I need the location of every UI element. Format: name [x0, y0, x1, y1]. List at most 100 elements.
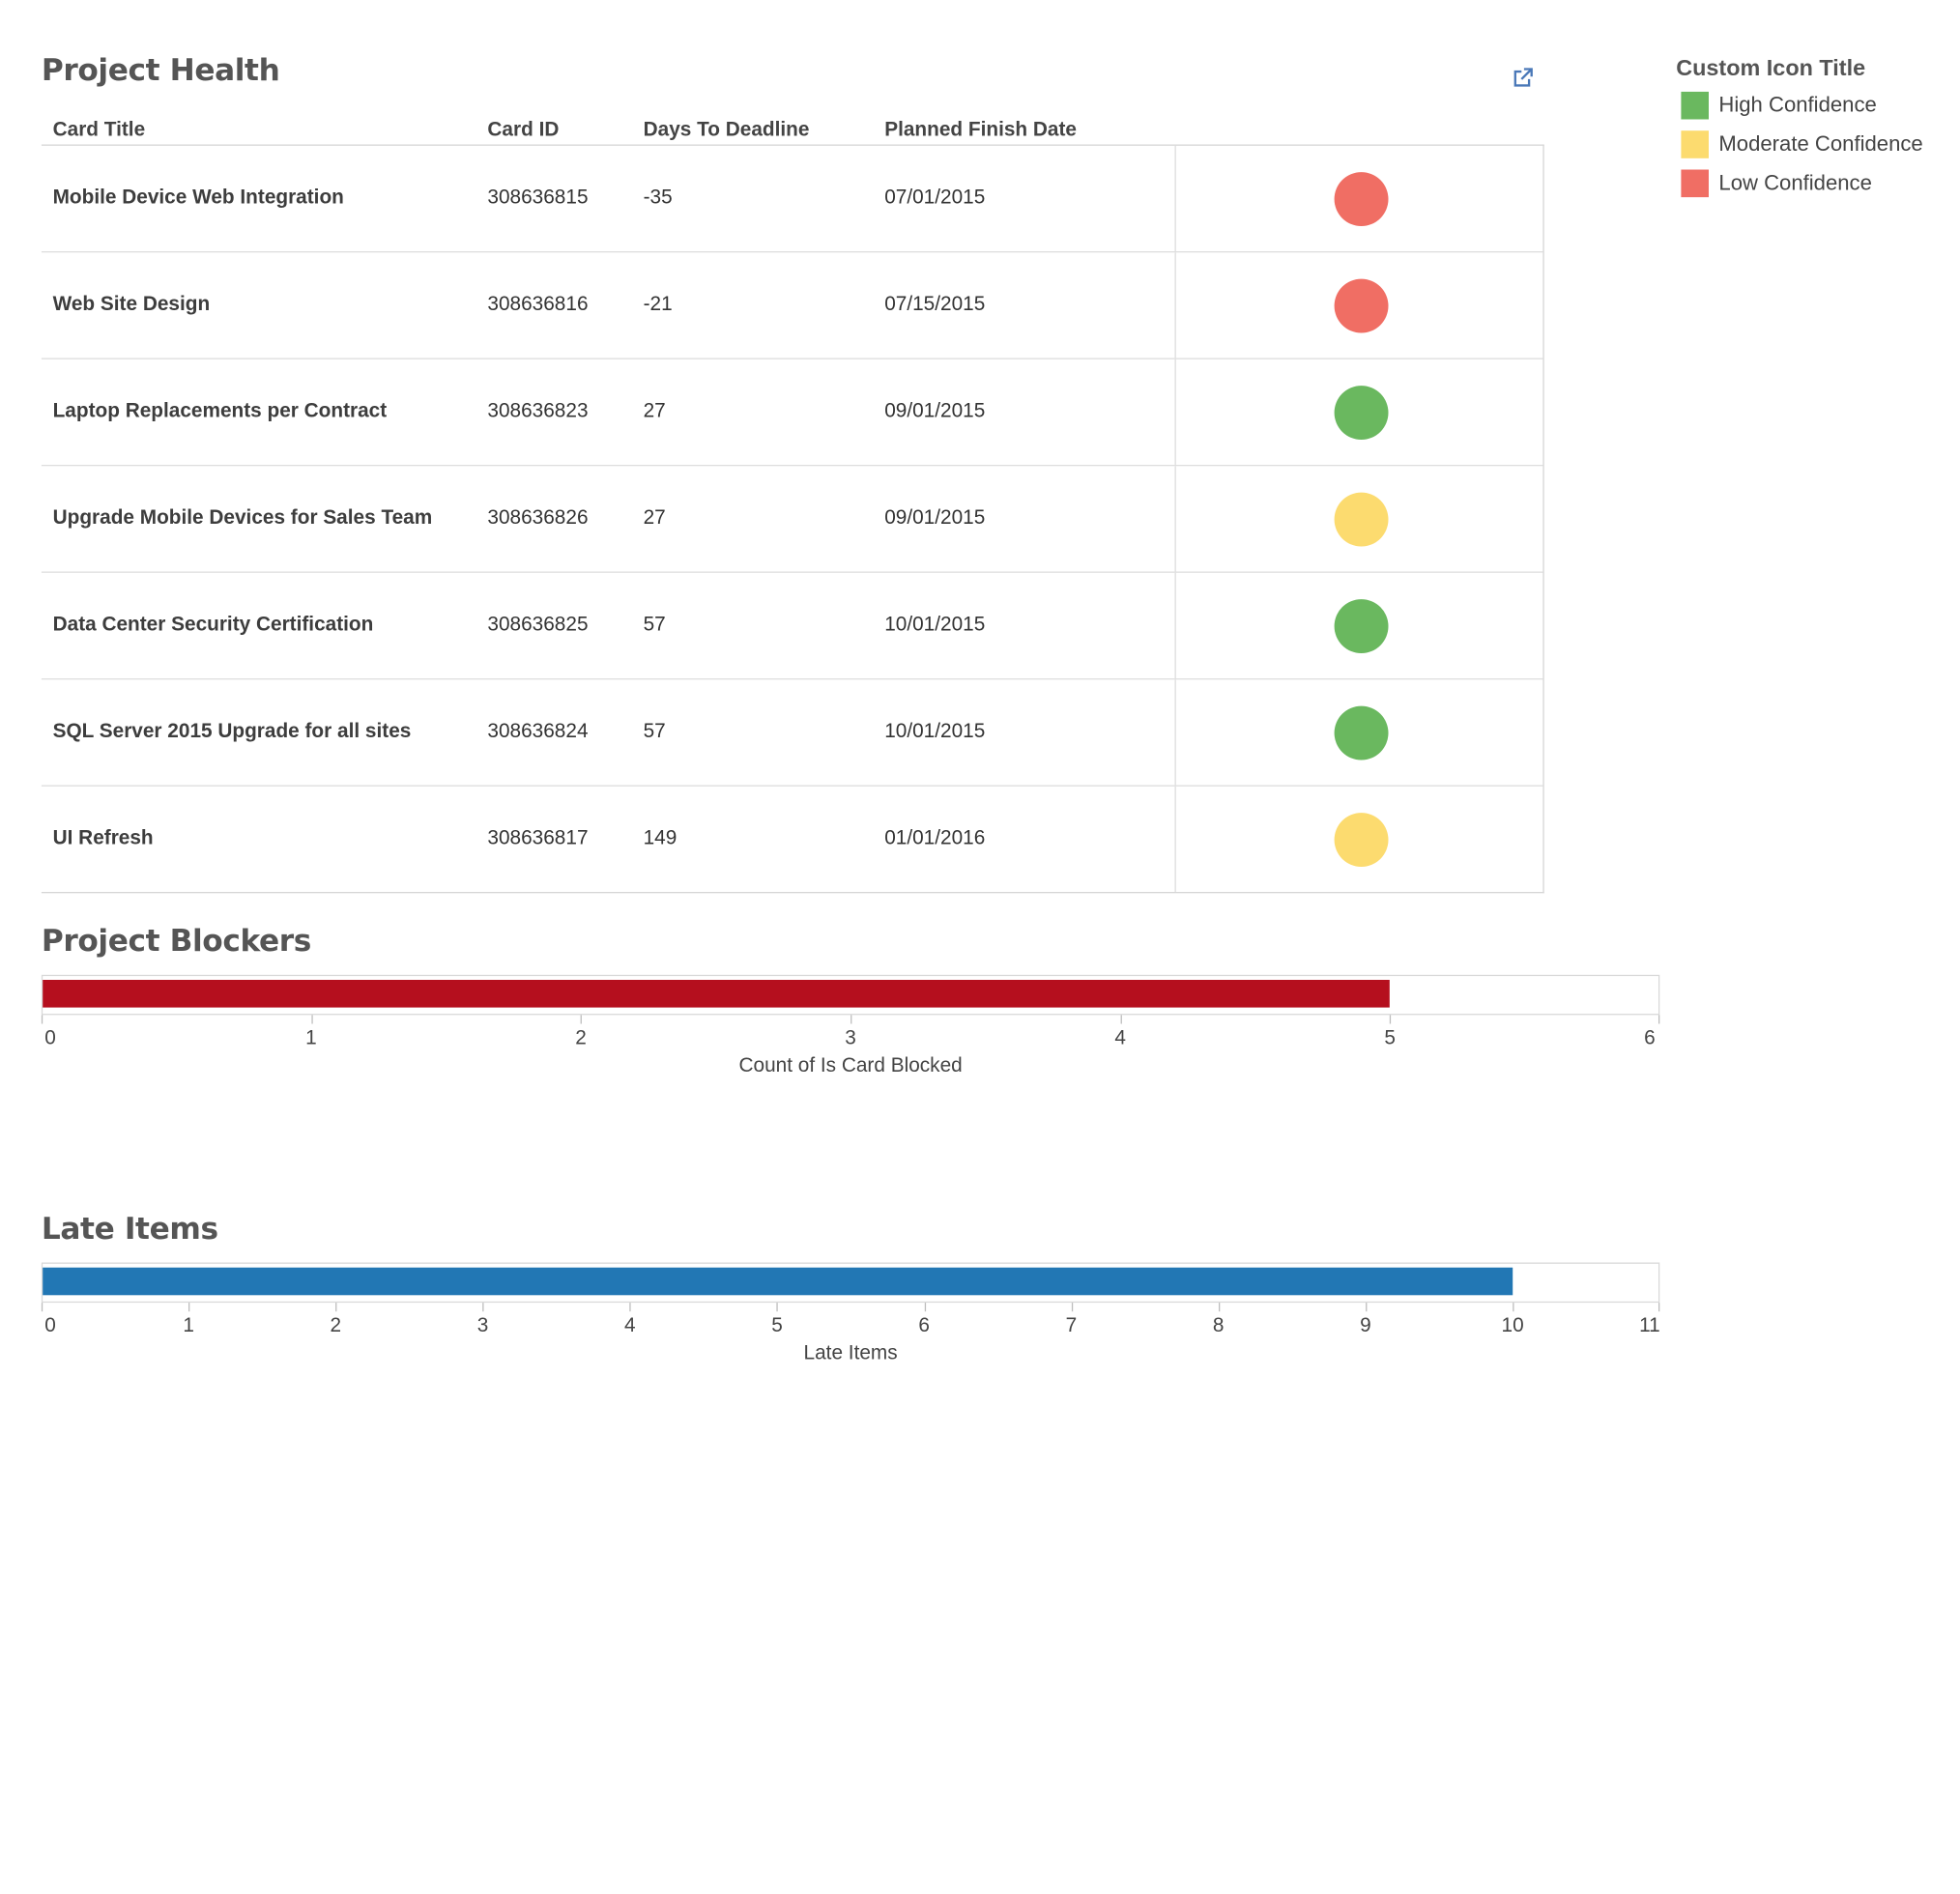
x-axis-label: Count of Is Card Blocked: [738, 1055, 963, 1077]
x-axis-tick-label: 8: [1212, 1315, 1225, 1337]
column-header-planned-finish-date[interactable]: Planned Finish Date: [884, 116, 1077, 146]
cell-days-to-deadline: 57: [643, 721, 666, 743]
table-row[interactable]: SQL Server 2015 Upgrade for all sites 308…: [41, 679, 1543, 787]
legend-label-high: High Confidence: [1718, 92, 1877, 117]
cell-days-to-deadline: -21: [643, 294, 673, 316]
cell-card-title: UI Refresh: [52, 827, 154, 849]
dashboard: Project Health Card Title Card ID Days T…: [0, 0, 1960, 1894]
x-axis-tick-label: 1: [305, 1027, 317, 1049]
x-axis-tick-label: 3: [845, 1027, 856, 1049]
cell-card-title: Web Site Design: [52, 294, 211, 316]
legend-label-low: Low Confidence: [1718, 170, 1872, 194]
cell-card-id: 308636815: [487, 187, 589, 209]
confidence-indicator-high[interactable]: [1334, 705, 1389, 760]
confidence-indicator-high[interactable]: [1334, 386, 1389, 440]
cell-card-title: SQL Server 2015 Upgrade for all sites: [52, 721, 412, 743]
column-divider: [1174, 786, 1176, 892]
late-items-title: Late Items: [41, 1211, 218, 1247]
bar[interactable]: [43, 979, 1391, 1008]
column-divider: [1174, 359, 1176, 465]
column-divider: [1174, 679, 1176, 786]
column-header-days-to-deadline[interactable]: Days To Deadline: [644, 116, 810, 146]
cell-card-id: 308636826: [487, 507, 589, 530]
x-axis-tick-label: 1: [183, 1315, 194, 1337]
x-axis-tick-label: 5: [1384, 1027, 1397, 1049]
column-header-card-id[interactable]: Card ID: [487, 116, 559, 146]
table-header: Card Title Card ID Days To Deadline Plan…: [42, 116, 1544, 146]
x-axis-tick-label: 2: [330, 1315, 342, 1337]
legend-item-moderate[interactable]: Moderate Confidence: [1676, 125, 1960, 163]
column-divider: [1174, 466, 1176, 572]
x-axis-tick-label: 0: [44, 1027, 56, 1049]
x-axis-tick: [310, 1015, 313, 1024]
cell-planned-finish-date: 10/01/2015: [884, 721, 986, 743]
x-axis-tick-label: 4: [623, 1315, 636, 1337]
cell-days-to-deadline: 57: [643, 614, 666, 636]
x-axis-tick: [482, 1303, 484, 1312]
cell-card-title: Laptop Replacements per Contract: [52, 400, 388, 422]
table-row[interactable]: Upgrade Mobile Devices for Sales Team 308…: [41, 466, 1543, 573]
x-axis-tick-label: 6: [918, 1315, 930, 1337]
x-axis-tick: [335, 1303, 337, 1312]
cell-card-id: 308636816: [487, 294, 589, 316]
legend-item-high[interactable]: High Confidence: [1676, 85, 1960, 124]
cell-planned-finish-date: 01/01/2016: [884, 827, 986, 849]
x-axis-tick: [41, 1303, 43, 1312]
cell-planned-finish-date: 10/01/2015: [884, 614, 986, 636]
x-axis-tick: [776, 1303, 779, 1312]
project-blockers-title: Project Blockers: [41, 923, 311, 959]
cell-days-to-deadline: -35: [643, 187, 673, 209]
table-row[interactable]: Mobile Device Web Integration 308636815 -3…: [41, 145, 1543, 253]
x-axis-tick: [1071, 1303, 1073, 1312]
confidence-indicator-low[interactable]: [1334, 278, 1389, 333]
cell-days-to-deadline: 27: [643, 507, 666, 530]
x-axis-tick: [1390, 1015, 1392, 1024]
column-header-card-title[interactable]: Card Title: [53, 116, 146, 146]
confidence-indicator-moderate[interactable]: [1334, 492, 1389, 547]
legend-swatch-low: [1681, 168, 1709, 197]
x-axis-tick: [1365, 1303, 1368, 1312]
column-divider: [1174, 572, 1176, 678]
table-row[interactable]: Web Site Design 308636816 -21 07/15/2015: [41, 252, 1543, 359]
cell-days-to-deadline: 149: [643, 827, 677, 849]
x-axis-tick-label: 10: [1501, 1315, 1524, 1337]
x-axis-tick: [1218, 1303, 1220, 1312]
legend: Custom Icon Title High Confidence Modera…: [1676, 53, 1960, 203]
x-axis-tick-label: 7: [1065, 1315, 1078, 1337]
x-axis-tick: [629, 1303, 632, 1312]
cell-planned-finish-date: 07/01/2015: [884, 187, 986, 209]
table-row[interactable]: UI Refresh 308636817 149 01/01/2016: [42, 786, 1542, 892]
x-axis-tick-label: 2: [575, 1027, 587, 1049]
legend-swatch-high: [1681, 91, 1709, 119]
column-divider: [1174, 145, 1176, 251]
cell-planned-finish-date: 09/01/2015: [884, 400, 986, 422]
x-axis-tick-label: 4: [1114, 1027, 1126, 1049]
confidence-indicator-moderate[interactable]: [1334, 813, 1389, 867]
legend-item-low[interactable]: Low Confidence: [1676, 163, 1960, 202]
project-blockers-chart: 0 1 2 3 4 5 6 Count of Is Card Blocked: [41, 974, 1662, 1088]
table-row[interactable]: Laptop Replacements per Contract 30863682…: [41, 359, 1543, 467]
x-axis-tick-label: 9: [1360, 1315, 1371, 1337]
x-axis-tick: [188, 1303, 190, 1312]
late-items-chart: 0 1 2 3 4 5 6 7 8 9 10 11 Late Items: [41, 1262, 1662, 1376]
x-axis-label: Late Items: [803, 1342, 898, 1364]
x-axis-tick: [924, 1303, 926, 1312]
cell-card-title: Mobile Device Web Integration: [52, 187, 344, 209]
x-axis-tick-label: 11: [1639, 1315, 1660, 1337]
x-axis-tick-label: 0: [44, 1315, 56, 1337]
x-axis-tick: [1657, 1303, 1660, 1312]
confidence-indicator-low[interactable]: [1334, 172, 1389, 226]
x-axis-tick: [850, 1015, 852, 1024]
external-link-icon[interactable]: [1512, 67, 1534, 89]
x-axis-tick: [1657, 1015, 1660, 1024]
confidence-indicator-high[interactable]: [1334, 599, 1389, 653]
table-row[interactable]: Data Center Security Certification 308636…: [41, 572, 1543, 680]
cell-planned-finish-date: 07/15/2015: [884, 294, 986, 316]
cell-card-title: Data Center Security Certification: [52, 614, 374, 636]
x-axis-tick-label: 5: [771, 1315, 783, 1337]
project-health-table: Mobile Device Web Integration 308636815 -3…: [41, 144, 1544, 894]
cell-days-to-deadline: 27: [643, 400, 666, 422]
project-health-title: Project Health: [41, 52, 280, 88]
bar[interactable]: [43, 1267, 1513, 1296]
cell-card-id: 308636817: [487, 827, 589, 849]
